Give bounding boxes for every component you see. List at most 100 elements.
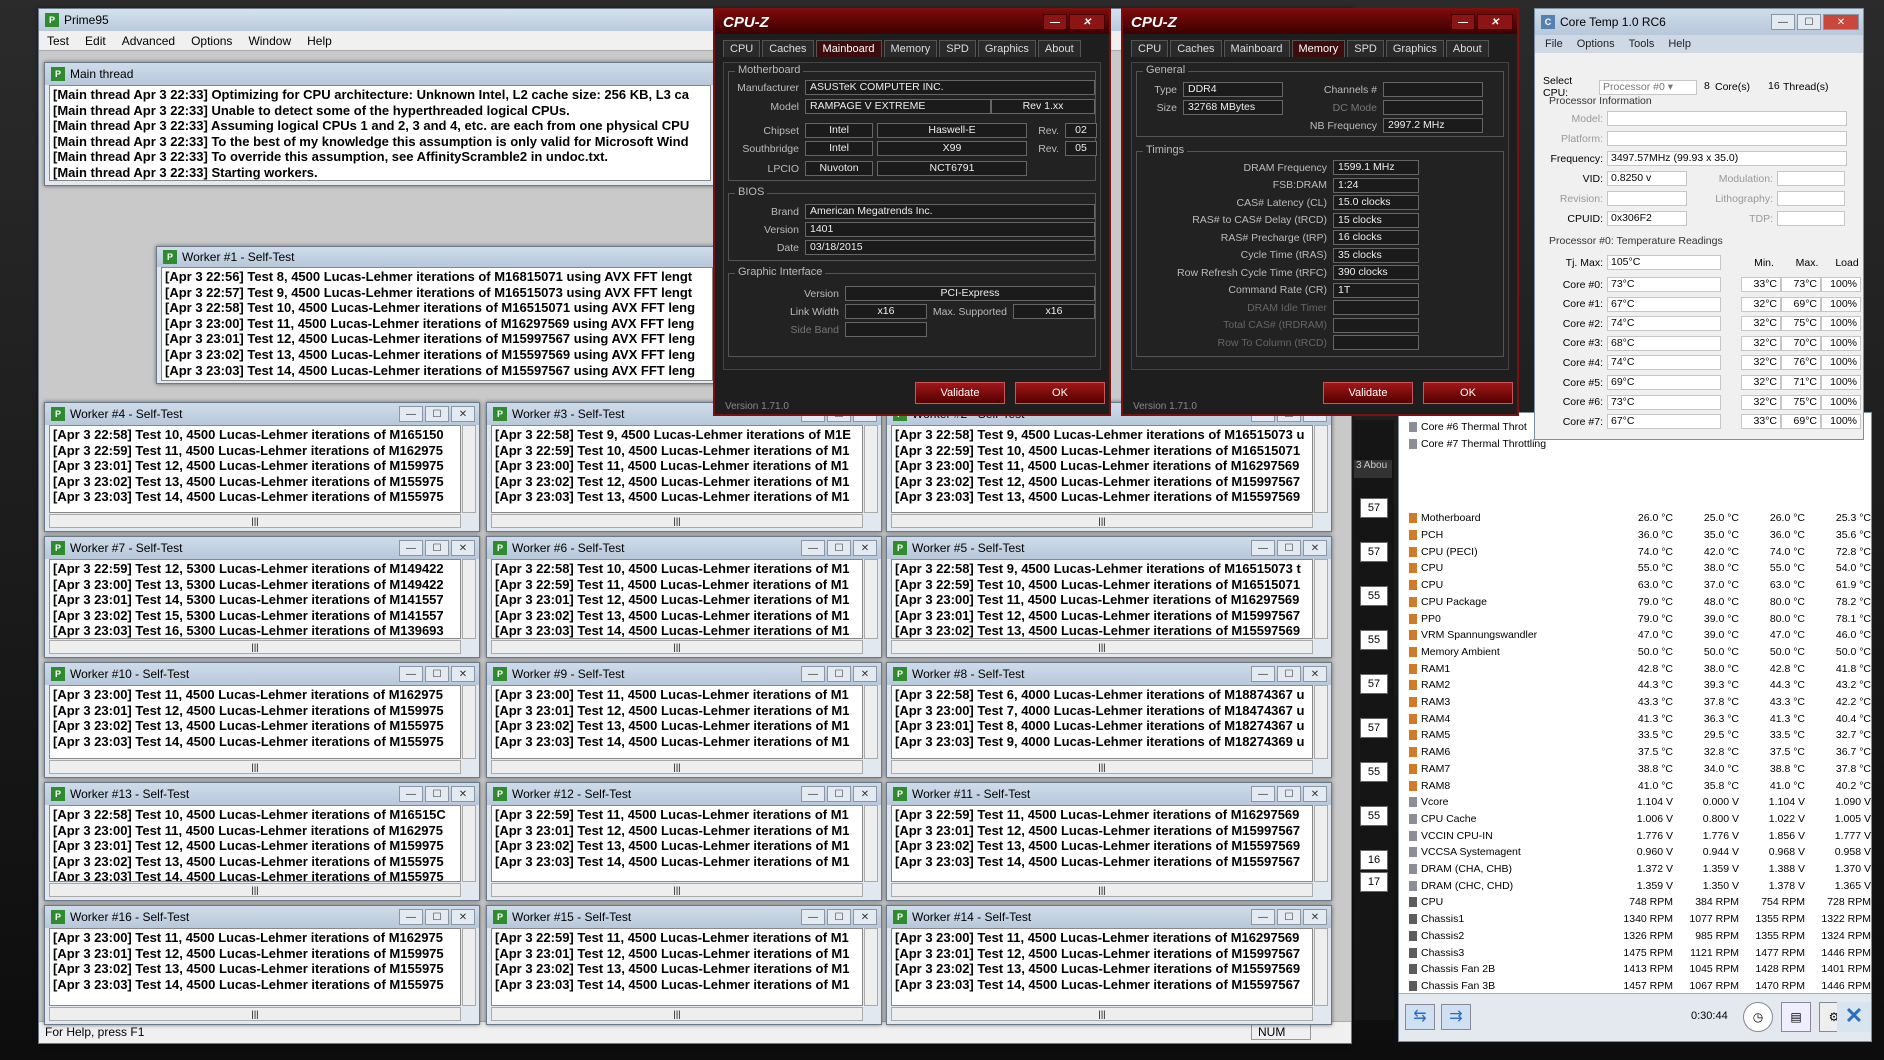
worker-1-log[interactable]: [Apr 3 22:56] Test 8, 4500 Lucas-Lehmer …	[161, 267, 713, 381]
horizontal-scrollbar[interactable]: |||	[491, 1007, 863, 1021]
minimize-icon[interactable]: —	[1251, 540, 1275, 556]
maximize-icon[interactable]: ☐	[1277, 786, 1301, 802]
ok-button[interactable]: OK	[1423, 382, 1513, 404]
vertical-scrollbar[interactable]	[1314, 805, 1328, 882]
worker-titlebar[interactable]: P Worker #13 - Self-Test — ☐ ✕	[45, 783, 479, 805]
close-icon[interactable]: ✕	[451, 406, 475, 422]
minimize-icon[interactable]: —	[1043, 14, 1067, 30]
maximize-icon[interactable]: ☐	[425, 666, 449, 682]
sensor-row[interactable]: CPU (PECI) 74.0 °C 42.0 °C 74.0 °C 72.8 …	[1399, 543, 1871, 560]
worker-log[interactable]: [Apr 3 22:58] Test 10, 4500 Lucas-Lehmer…	[49, 425, 461, 513]
maximize-icon[interactable]: ☐	[827, 540, 851, 556]
menu-help[interactable]: Help	[307, 34, 332, 48]
maximize-icon[interactable]: ☐	[1277, 909, 1301, 925]
vertical-scrollbar[interactable]	[864, 425, 878, 513]
sensor-row[interactable]: Motherboard 26.0 °C 25.0 °C 26.0 °C 25.3…	[1399, 510, 1871, 527]
worker-titlebar[interactable]: P Worker #16 - Self-Test — ☐ ✕	[45, 906, 479, 928]
close-icon[interactable]: ✕	[853, 786, 877, 802]
minimize-icon[interactable]: —	[399, 666, 423, 682]
sensor-row[interactable]: Chassis1 1340 RPM 1077 RPM 1355 RPM 1322…	[1399, 911, 1871, 928]
sensor-row[interactable]: RAM7 38.8 °C 34.0 °C 38.8 °C 37.8 °C	[1399, 761, 1871, 778]
worker-log[interactable]: [Apr 3 23:00] Test 11, 4500 Lucas-Lehmer…	[49, 928, 461, 1006]
sensor-row[interactable]: PCH 36.0 °C 35.0 °C 36.0 °C 35.6 °C	[1399, 527, 1871, 544]
sensor-row[interactable]: VCCIN CPU-IN 1.776 V 1.776 V 1.856 V 1.7…	[1399, 827, 1871, 844]
main-thread-log[interactable]: [Main thread Apr 3 22:33] Optimizing for…	[49, 85, 711, 181]
sensor-row[interactable]: DRAM (CHA, CHB) 1.372 V 1.359 V 1.388 V …	[1399, 861, 1871, 878]
vertical-scrollbar[interactable]	[864, 928, 878, 1006]
vertical-scrollbar[interactable]	[1314, 559, 1328, 639]
minimize-icon[interactable]: —	[801, 540, 825, 556]
worker-log[interactable]: [Apr 3 23:00] Test 11, 4500 Lucas-Lehmer…	[491, 685, 863, 759]
sensor-row[interactable]: RAM1 42.8 °C 38.0 °C 42.8 °C 41.8 °C	[1399, 660, 1871, 677]
sensor-row[interactable]: CPU Cache 1.006 V 0.800 V 1.022 V 1.005 …	[1399, 811, 1871, 828]
worker-log[interactable]: [Apr 3 22:59] Test 11, 4500 Lucas-Lehmer…	[891, 805, 1313, 882]
maximize-icon[interactable]: ☐	[827, 786, 851, 802]
tab-caches[interactable]: Caches	[762, 40, 814, 57]
sensor-row[interactable]: Chassis2 1326 RPM 985 RPM 1355 RPM 1324 …	[1399, 928, 1871, 945]
menu-help[interactable]: Help	[1668, 38, 1691, 50]
close-icon[interactable]: ✕	[451, 540, 475, 556]
validate-button[interactable]: Validate	[1323, 382, 1413, 404]
worker-log[interactable]: [Apr 3 22:58] Test 6, 4000 Lucas-Lehmer …	[891, 685, 1313, 759]
minimize-icon[interactable]: —	[1251, 909, 1275, 925]
tab-about[interactable]: About	[1445, 40, 1489, 57]
tab-mainboard[interactable]: Mainboard	[1223, 40, 1290, 57]
vertical-scrollbar[interactable]	[462, 928, 476, 1006]
minimize-icon[interactable]: —	[801, 909, 825, 925]
close-icon[interactable]: ✕	[1303, 540, 1327, 556]
worker-log[interactable]: [Apr 3 22:58] Test 10, 4500 Lucas-Lehmer…	[491, 559, 863, 639]
vertical-scrollbar[interactable]	[1314, 928, 1328, 1006]
worker-titlebar[interactable]: P Worker #8 - Self-Test — ☐ ✕	[887, 663, 1331, 685]
sensor-row[interactable]: CPU Package 79.0 °C 48.0 °C 80.0 °C 78.2…	[1399, 594, 1871, 611]
worker-log[interactable]: [Apr 3 22:59] Test 12, 5300 Lucas-Lehmer…	[49, 559, 461, 639]
sensor-row[interactable]: DRAM (CHC, CHD) 1.359 V 1.350 V 1.378 V …	[1399, 877, 1871, 894]
sensor-row[interactable]: VCCSA Systemagent 0.960 V 0.944 V 0.968 …	[1399, 844, 1871, 861]
cpuz-memory-titlebar[interactable]: CPU-Z — ✕	[1123, 10, 1517, 34]
minimize-icon[interactable]: —	[1451, 14, 1475, 30]
horizontal-scrollbar[interactable]: |||	[49, 883, 461, 897]
side-tab[interactable]: 3 Abou	[1354, 460, 1392, 478]
close-icon[interactable]: ✕	[1477, 14, 1513, 30]
tab-spd[interactable]: SPD	[1347, 40, 1384, 57]
worker-log[interactable]: [Apr 3 22:58] Test 9, 4500 Lucas-Lehmer …	[891, 559, 1313, 639]
report-icon[interactable]: ▤	[1781, 1002, 1811, 1032]
menu-test[interactable]: Test	[47, 34, 69, 48]
maximize-icon[interactable]: ☐	[425, 540, 449, 556]
vertical-scrollbar[interactable]	[462, 685, 476, 759]
horizontal-scrollbar[interactable]: |||	[891, 1007, 1313, 1021]
nav-arrows-icon[interactable]: ⇆	[1405, 1004, 1435, 1030]
tab-cpu[interactable]: CPU	[1131, 40, 1169, 57]
close-icon[interactable]: ✕	[1303, 666, 1327, 682]
worker-titlebar[interactable]: P Worker #6 - Self-Test — ☐ ✕	[487, 537, 881, 559]
vertical-scrollbar[interactable]	[1314, 425, 1328, 513]
sensor-row[interactable]: RAM6 37.5 °C 32.8 °C 37.5 °C 36.7 °C	[1399, 744, 1871, 761]
worker-titlebar[interactable]: P Worker #11 - Self-Test — ☐ ✕	[887, 783, 1331, 805]
worker-titlebar[interactable]: P Worker #10 - Self-Test — ☐ ✕	[45, 663, 479, 685]
tab-memory[interactable]: Memory	[883, 40, 938, 57]
worker-log[interactable]: [Apr 3 22:59] Test 11, 4500 Lucas-Lehmer…	[491, 805, 863, 882]
close-icon[interactable]: ✕	[1303, 786, 1327, 802]
validate-button[interactable]: Validate	[915, 382, 1005, 404]
horizontal-scrollbar[interactable]: |||	[49, 760, 461, 774]
minimize-icon[interactable]: —	[399, 786, 423, 802]
vertical-scrollbar[interactable]	[864, 559, 878, 639]
close-icon[interactable]: ✕	[1069, 14, 1105, 30]
sensor-row[interactable]: CPU 63.0 °C 37.0 °C 63.0 °C 61.9 °C	[1399, 577, 1871, 594]
maximize-icon[interactable]: ☐	[827, 666, 851, 682]
worker-log[interactable]: [Apr 3 23:00] Test 11, 4500 Lucas-Lehmer…	[891, 928, 1313, 1006]
worker-titlebar[interactable]: P Worker #7 - Self-Test — ☐ ✕	[45, 537, 479, 559]
horizontal-scrollbar[interactable]: |||	[891, 883, 1313, 897]
sensor-row[interactable]: Chassis3 1475 RPM 1121 RPM 1477 RPM 1446…	[1399, 944, 1871, 961]
worker-log[interactable]: [Apr 3 22:58] Test 9, 4500 Lucas-Lehmer …	[491, 425, 863, 513]
maximize-icon[interactable]: ☐	[827, 909, 851, 925]
horizontal-scrollbar[interactable]: |||	[49, 514, 461, 528]
horizontal-scrollbar[interactable]: |||	[891, 640, 1313, 654]
vertical-scrollbar[interactable]	[864, 805, 878, 882]
menu-file[interactable]: File	[1545, 38, 1563, 50]
tab-caches[interactable]: Caches	[1170, 40, 1222, 57]
cpuz-mainboard-titlebar[interactable]: CPU-Z — ✕	[715, 10, 1109, 34]
worker-titlebar[interactable]: P Worker #12 - Self-Test — ☐ ✕	[487, 783, 881, 805]
sensor-row[interactable]: CPU 748 RPM 384 RPM 754 RPM 728 RPM	[1399, 894, 1871, 911]
horizontal-scrollbar[interactable]: |||	[891, 760, 1313, 774]
sensor-row[interactable]: RAM8 41.0 °C 35.8 °C 41.0 °C 40.2 °C	[1399, 777, 1871, 794]
